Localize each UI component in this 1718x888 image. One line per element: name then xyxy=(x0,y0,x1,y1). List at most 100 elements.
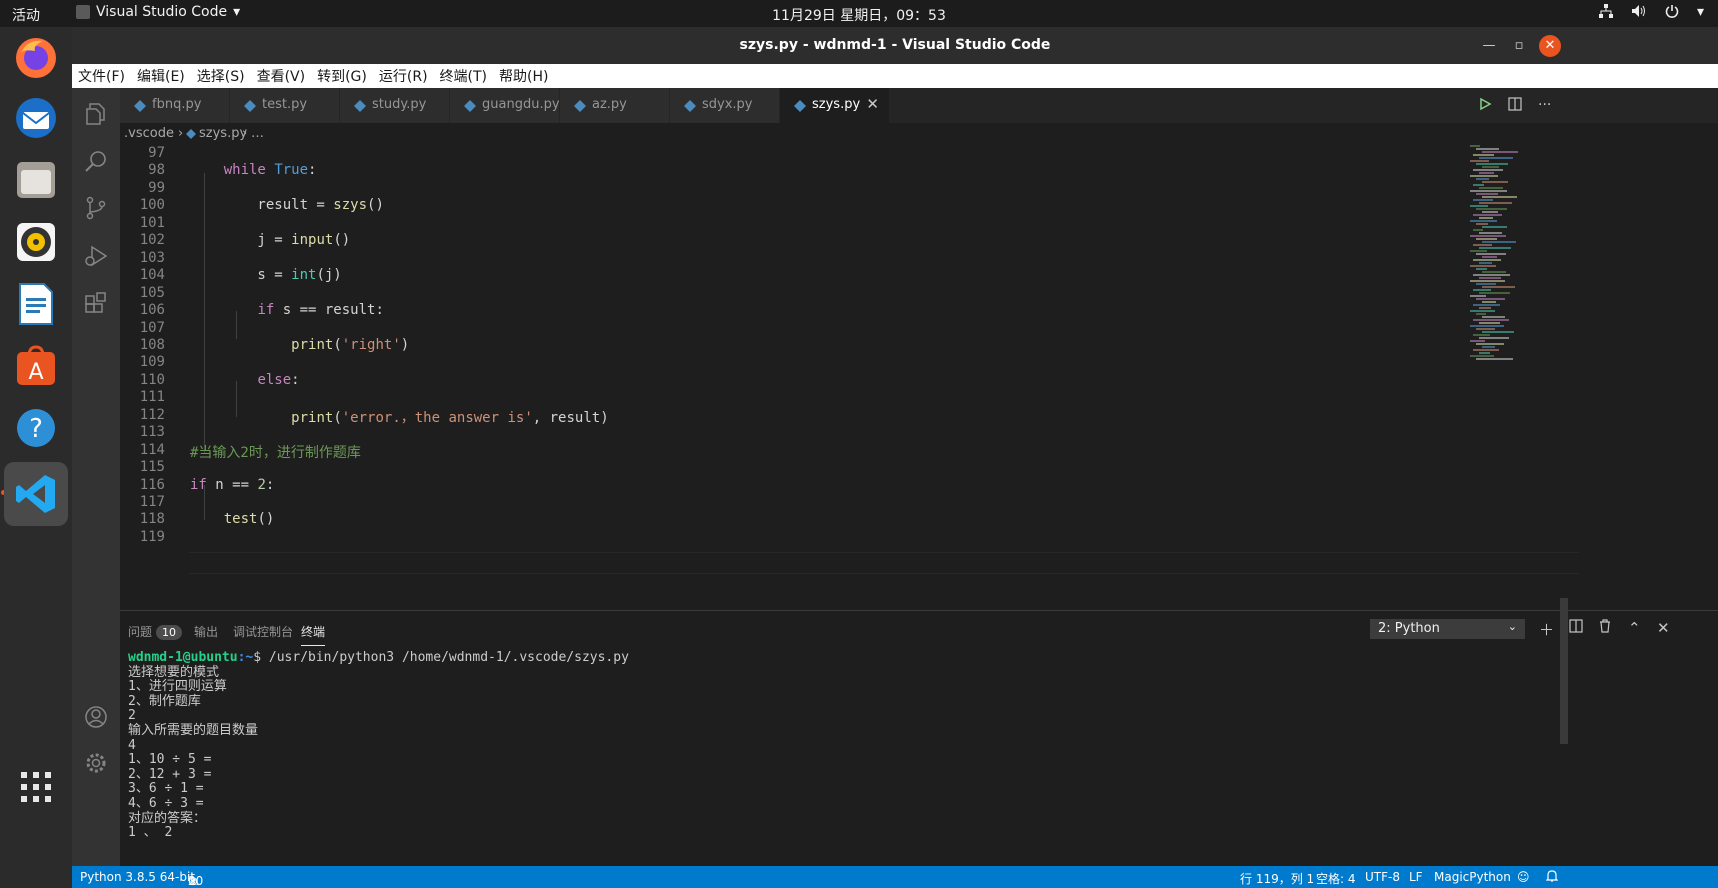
code-line: 106 if s == result: xyxy=(120,302,1580,321)
terminal-select[interactable]: 2: Python ⌄ xyxy=(1370,619,1525,639)
breadcrumb-folder[interactable]: .vscode xyxy=(124,126,174,141)
run-python-file-icon[interactable] xyxy=(1478,97,1492,115)
menu-file[interactable]: 文件(F) xyxy=(72,66,131,86)
status-bar: Python 3.8.5 64-bit ⊗ 0 ⚠ 10 行 119，列 1 空… xyxy=(72,866,1718,888)
minimap[interactable] xyxy=(1470,145,1580,385)
clock[interactable]: 11月29日 星期日，09：53 xyxy=(0,5,1718,25)
terminal-scrollbar[interactable] xyxy=(1560,598,1568,744)
minimap-line xyxy=(1470,190,1507,192)
code-token: n == xyxy=(206,476,258,493)
code-token: True xyxy=(274,162,309,179)
breadcrumb-file[interactable]: szys.py xyxy=(199,126,247,141)
search-icon[interactable] xyxy=(84,150,108,174)
code-token: j = xyxy=(190,232,292,249)
minimap-line xyxy=(1470,145,1480,147)
thunderbird-icon[interactable] xyxy=(11,93,61,143)
minimap-line xyxy=(1473,244,1492,246)
tab-output[interactable]: 输出 xyxy=(194,623,218,640)
menu-terminal[interactable]: 终端(T) xyxy=(434,66,493,86)
code-line: 117 xyxy=(120,494,1580,513)
vscode-icon[interactable] xyxy=(4,462,68,526)
tab-problems[interactable]: 问题 10 xyxy=(128,623,183,640)
system-tray[interactable]: ▾ xyxy=(1598,4,1704,22)
menu-go[interactable]: 转到(G) xyxy=(311,66,373,86)
extensions-icon[interactable] xyxy=(84,292,108,316)
minimap-line xyxy=(1470,280,1505,282)
tab-study[interactable]: study.py xyxy=(340,88,450,123)
python-interpreter[interactable]: Python 3.8.5 64-bit xyxy=(80,870,195,884)
tab-sdyx[interactable]: sdyx.py xyxy=(670,88,780,123)
split-terminal-icon[interactable] xyxy=(1569,619,1583,637)
help-icon[interactable]: ? xyxy=(11,403,61,453)
line-number: 99 xyxy=(148,179,165,196)
close-tab-icon[interactable]: ✕ xyxy=(866,95,879,113)
volume-icon[interactable] xyxy=(1631,4,1647,22)
code-line: 108 print('right') xyxy=(120,337,1580,356)
menu-selection[interactable]: 选择(S) xyxy=(191,66,251,86)
maximize-button[interactable]: ▫ xyxy=(1508,35,1530,57)
code-token: int xyxy=(291,267,317,284)
maximize-panel-chevron-up-icon[interactable]: ⌃ xyxy=(1628,619,1641,637)
encoding[interactable]: UTF-8 xyxy=(1365,870,1400,884)
breadcrumb-more[interactable]: … xyxy=(251,126,264,141)
menu-view[interactable]: 查看(V) xyxy=(251,66,312,86)
minimap-line xyxy=(1473,199,1493,201)
tab-test[interactable]: test.py xyxy=(230,88,340,123)
code-line: 116 if n == 2: xyxy=(120,477,1580,496)
svg-text:?: ? xyxy=(29,414,43,444)
more-actions-icon[interactable]: ··· xyxy=(1538,97,1551,113)
code-token: s = xyxy=(190,267,292,284)
close-panel-icon[interactable]: ✕ xyxy=(1657,619,1670,637)
cursor-position[interactable]: 行 119，列 1 xyxy=(1240,870,1314,887)
terminal-output[interactable]: wdnmd-1@ubuntu:~$ /usr/bin/python3 /home… xyxy=(128,650,1548,841)
software-center-icon[interactable]: A xyxy=(11,341,61,391)
minimap-line xyxy=(1476,298,1505,300)
code-text: s = int(j) xyxy=(190,267,341,284)
new-terminal-icon[interactable]: ＋ xyxy=(1539,619,1554,640)
power-icon[interactable] xyxy=(1665,4,1679,22)
libreoffice-writer-icon[interactable] xyxy=(11,279,61,329)
minimap-line xyxy=(1479,277,1501,279)
rhythmbox-icon[interactable] xyxy=(11,217,61,267)
minimap-line xyxy=(1479,157,1513,159)
kill-terminal-trash-icon[interactable] xyxy=(1598,619,1612,637)
tab-az[interactable]: az.py xyxy=(560,88,670,123)
account-icon[interactable] xyxy=(84,705,108,729)
minimap-line xyxy=(1482,346,1495,348)
code-text: result = szys() xyxy=(190,197,383,213)
files-icon[interactable] xyxy=(11,155,61,205)
explorer-icon[interactable] xyxy=(84,102,108,126)
indentation[interactable]: 空格: 4 xyxy=(1316,870,1356,887)
tab-guangdu[interactable]: guangdu.py xyxy=(450,88,560,123)
line-number: 102 xyxy=(139,232,165,249)
run-debug-icon[interactable] xyxy=(84,244,108,268)
language-mode[interactable]: MagicPython xyxy=(1434,870,1511,884)
window-title-bar[interactable]: szys.py - wdnmd-1 - Visual Studio Code —… xyxy=(72,27,1718,64)
tab-terminal[interactable]: 终端 xyxy=(301,623,326,646)
minimap-line xyxy=(1482,226,1507,228)
activity-bar xyxy=(72,88,120,866)
menu-edit[interactable]: 编辑(E) xyxy=(131,66,191,86)
menu-help[interactable]: 帮助(H) xyxy=(493,66,554,86)
notifications-bell-icon[interactable] xyxy=(1545,870,1559,886)
network-icon[interactable] xyxy=(1598,4,1613,22)
firefox-icon[interactable] xyxy=(11,33,61,83)
source-control-icon[interactable] xyxy=(84,196,108,220)
line-ending[interactable]: LF xyxy=(1409,870,1423,884)
menu-run[interactable]: 运行(R) xyxy=(373,66,434,86)
settings-gear-icon[interactable] xyxy=(84,751,108,775)
minimize-button[interactable]: — xyxy=(1478,35,1500,57)
line-number: 116 xyxy=(139,476,165,493)
show-applications-icon[interactable] xyxy=(11,762,61,812)
split-editor-icon[interactable] xyxy=(1508,97,1522,115)
tab-debug-console[interactable]: 调试控制台 xyxy=(233,623,293,640)
minimap-line xyxy=(1479,187,1503,189)
line-number: 103 xyxy=(139,249,165,266)
feedback-icon[interactable]: ☺ xyxy=(1517,870,1530,884)
line-number: 115 xyxy=(139,459,165,476)
tab-szys[interactable]: szys.py ✕ xyxy=(780,88,890,123)
minimap-line xyxy=(1479,307,1491,309)
tab-fbnq[interactable]: fbnq.py xyxy=(120,88,230,123)
code-line: 98 while True: xyxy=(120,162,1580,181)
close-window-button[interactable]: ✕ xyxy=(1539,35,1561,57)
